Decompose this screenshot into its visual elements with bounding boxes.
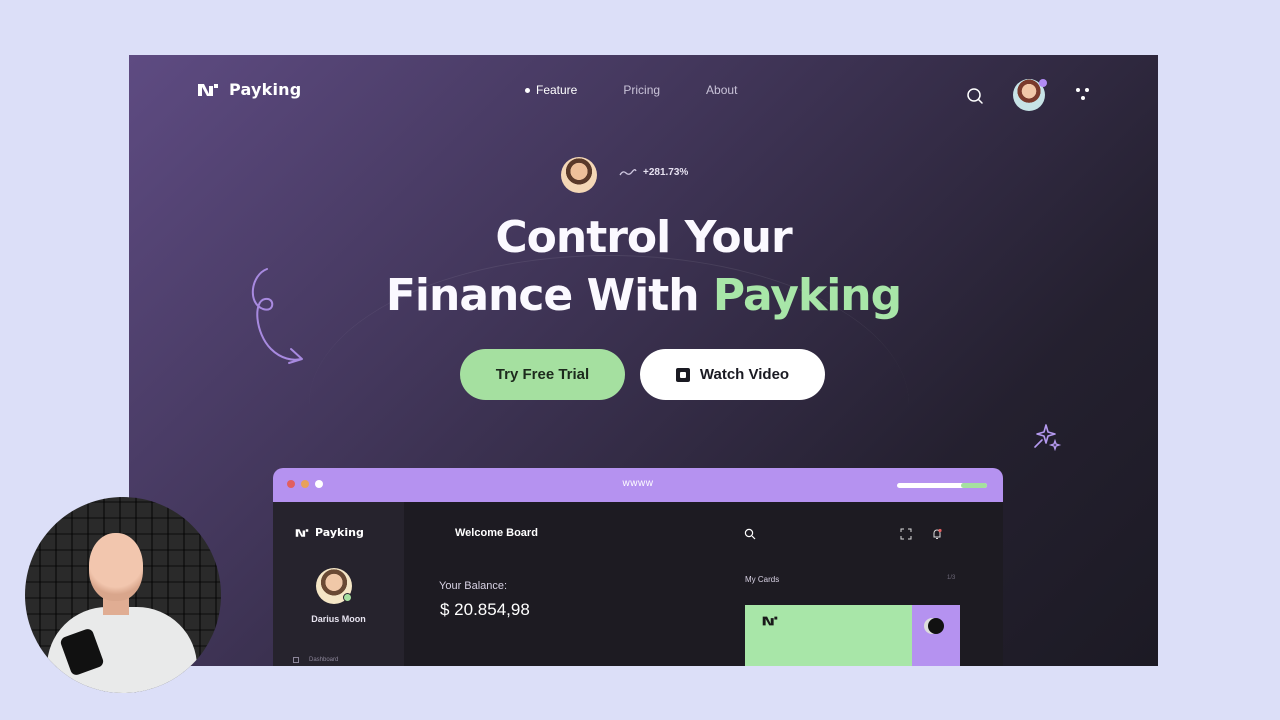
search-icon[interactable] bbox=[965, 86, 985, 106]
logo-mark-icon bbox=[295, 528, 309, 537]
landing-page-frame: Payking Feature Pricing About +281.73% C… bbox=[129, 55, 1158, 666]
growth-indicator: +281.73% bbox=[619, 167, 688, 178]
dashboard-nav-item: Dashboard bbox=[293, 657, 338, 663]
dashboard-sidebar: Payking Darius Moon Dashboard bbox=[273, 502, 404, 666]
nav-item-pricing[interactable]: Pricing bbox=[623, 83, 660, 97]
hero-title-accent: Payking bbox=[712, 270, 902, 321]
nav-item-feature[interactable]: Feature bbox=[525, 83, 577, 97]
payment-card-side bbox=[912, 605, 960, 666]
titlebar-progress bbox=[897, 483, 987, 488]
dashboard-user-name: Darius Moon bbox=[311, 614, 366, 624]
active-dot-icon bbox=[525, 87, 530, 93]
brand-logo[interactable]: Payking bbox=[197, 80, 301, 99]
user-avatar[interactable] bbox=[1013, 79, 1047, 111]
hero-title-line2-prefix: Finance With bbox=[385, 270, 713, 321]
balance-value: $ 20.854,98 bbox=[440, 600, 530, 619]
webcam-overlay bbox=[25, 497, 221, 693]
video-icon bbox=[675, 367, 690, 382]
dashboard-nav-icon bbox=[293, 657, 299, 663]
dashboard-url: wwww bbox=[622, 478, 654, 489]
cards-count: 1/3 bbox=[947, 575, 956, 581]
trend-line-icon bbox=[619, 168, 637, 175]
dashboard-user-avatar bbox=[316, 568, 352, 604]
expand-icon bbox=[900, 528, 912, 540]
dashboard-search-icon bbox=[744, 528, 756, 540]
card-logo-icon bbox=[762, 616, 778, 626]
curly-arrow-icon bbox=[252, 268, 303, 364]
hero-title-line1: Control Your bbox=[495, 212, 792, 263]
growth-value: +281.73% bbox=[643, 167, 689, 178]
hero-user-avatar bbox=[561, 157, 597, 193]
card-toggle-icon bbox=[928, 618, 944, 634]
my-cards-label: My Cards bbox=[745, 575, 780, 584]
sparkle-icon bbox=[1034, 424, 1062, 451]
main-nav: Feature Pricing About bbox=[525, 83, 737, 97]
welcome-board-title: Welcome Board bbox=[455, 527, 538, 539]
dashboard-logo: Payking bbox=[295, 526, 364, 539]
watch-video-label: Watch Video bbox=[699, 366, 790, 383]
nav-item-about[interactable]: About bbox=[706, 83, 737, 97]
brand-name: Payking bbox=[229, 80, 302, 99]
dashboard-titlebar: wwww bbox=[273, 468, 1003, 502]
bell-icon bbox=[933, 528, 942, 539]
dashboard-main: Welcome Board Your Balance: $ 20.854,98 … bbox=[404, 502, 1003, 666]
watch-video-button[interactable]: Watch Video bbox=[640, 349, 825, 400]
balance-label: Your Balance: bbox=[439, 580, 508, 592]
logo-mark-icon bbox=[198, 83, 218, 96]
menu-dots-icon[interactable] bbox=[1076, 88, 1090, 102]
try-free-trial-button[interactable]: Try Free Trial bbox=[460, 349, 625, 400]
presenter-head bbox=[89, 533, 143, 601]
dashboard-preview: wwww Payking Darius Moon Dashboard Welco… bbox=[273, 468, 1003, 666]
